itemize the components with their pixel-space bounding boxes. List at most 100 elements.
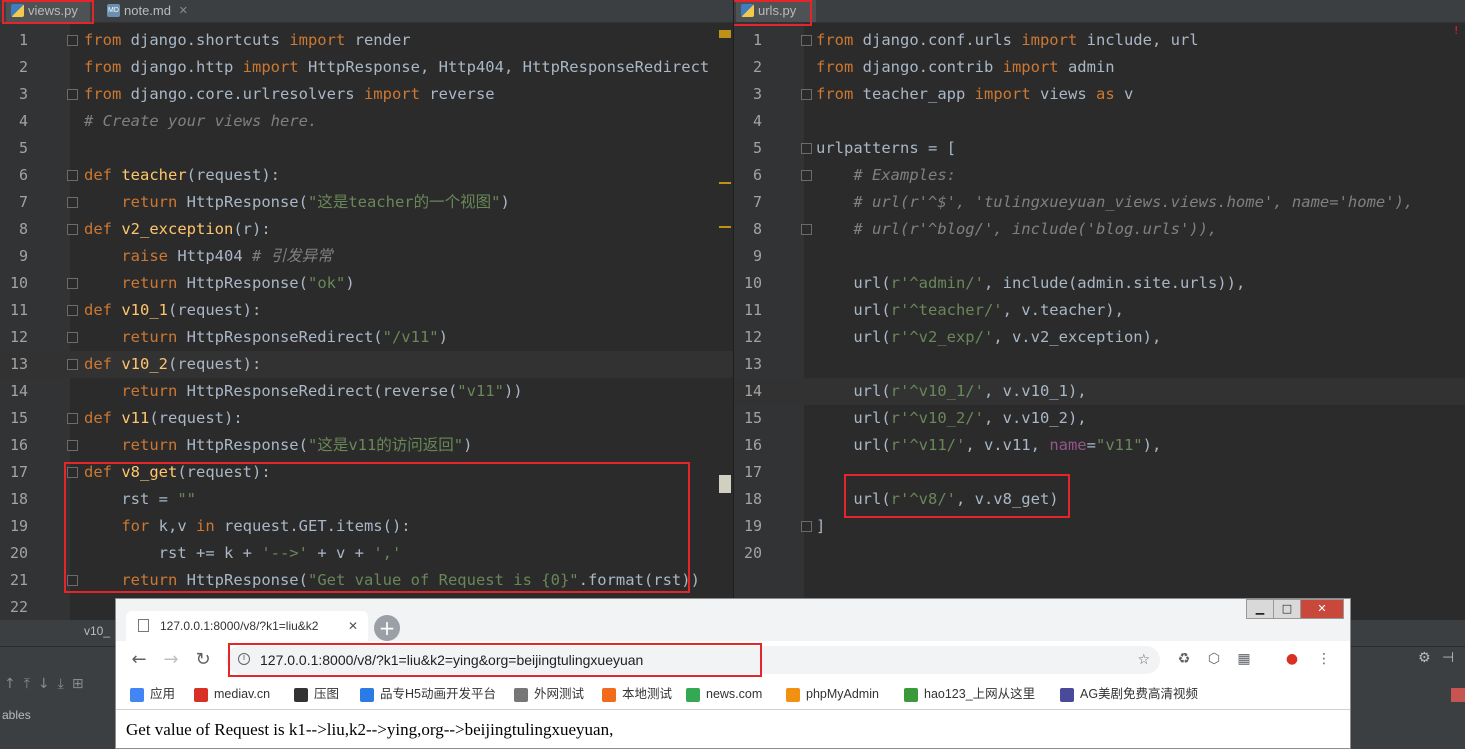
code-text[interactable]: # Create your views here. — [84, 108, 317, 135]
fold-marker-icon[interactable] — [67, 440, 78, 451]
code-line[interactable]: 6 def teacher(request): — [0, 162, 733, 189]
code-line[interactable]: 5 urlpatterns = [ — [734, 135, 1465, 162]
fold-marker-icon[interactable] — [67, 224, 78, 235]
code-text[interactable]: return HttpResponseRedirect("/v11") — [84, 324, 448, 351]
code-line[interactable]: 4 — [734, 108, 1465, 135]
close-tab-icon[interactable]: ✕ — [348, 611, 358, 641]
code-text[interactable]: url(r'^v11/', v.v11, name="v11"), — [816, 432, 1161, 459]
tab-note-md[interactable]: MD note.md ✕ — [102, 0, 192, 22]
fold-marker-icon[interactable] — [801, 521, 812, 532]
minimize-panel-icon[interactable]: ⊣ — [1442, 650, 1454, 666]
code-line[interactable]: 20 — [734, 540, 1465, 567]
code-line[interactable]: 1 from django.conf.urls import include, u… — [734, 27, 1465, 54]
fold-marker-icon[interactable] — [801, 224, 812, 235]
code-text[interactable]: from django.contrib import admin — [816, 54, 1115, 81]
fold-marker-icon[interactable] — [67, 89, 78, 100]
code-text[interactable]: url(r'^v10_2/', v.v10_2), — [816, 405, 1086, 432]
bookmark-item[interactable]: 应用 — [130, 679, 175, 709]
close-icon[interactable]: ✕ — [179, 0, 188, 22]
fold-marker-icon[interactable] — [67, 197, 78, 208]
code-line[interactable]: 1 from django.shortcuts import render — [0, 27, 733, 54]
code-line[interactable]: 3 from django.core.urlresolvers import re… — [0, 81, 733, 108]
extension-badge-icon[interactable]: ● — [1282, 649, 1302, 669]
bookmark-item[interactable]: hao123_上网从这里 — [904, 679, 1035, 709]
code-text[interactable]: def v2_exception(r): — [84, 216, 271, 243]
code-line[interactable]: 6 # Examples: — [734, 162, 1465, 189]
code-line[interactable]: 8 # url(r'^blog/', include('blog.urls'))… — [734, 216, 1465, 243]
code-text[interactable]: from django.conf.urls import include, ur… — [816, 27, 1199, 54]
fold-marker-icon[interactable] — [801, 89, 812, 100]
code-text[interactable]: return HttpResponseRedirect(reverse("v11… — [84, 378, 522, 405]
code-line[interactable]: 14 url(r'^v10_1/', v.v10_1), — [734, 378, 1465, 405]
code-line[interactable]: 2 from django.contrib import admin — [734, 54, 1465, 81]
code-line[interactable]: 7 # url(r'^$', 'tulingxueyuan_views.view… — [734, 189, 1465, 216]
maximize-window-button[interactable]: □ — [1273, 599, 1301, 619]
close-window-button[interactable]: ✕ — [1300, 599, 1344, 619]
code-line[interactable]: 16 url(r'^v11/', v.v11, name="v11"), — [734, 432, 1465, 459]
bookmark-item[interactable]: 本地测试 — [602, 679, 672, 709]
forward-arrow-icon[interactable]: → — [158, 647, 184, 673]
bookmark-item[interactable]: 压图 — [294, 679, 339, 709]
bookmark-item[interactable]: AG美剧免费高清视频 — [1060, 679, 1198, 709]
fold-marker-icon[interactable] — [67, 332, 78, 343]
code-line[interactable]: 14 return HttpResponseRedirect(reverse("… — [0, 378, 733, 405]
code-text[interactable]: def v10_2(request): — [84, 351, 261, 378]
menu-dots-icon[interactable]: ⋮ — [1314, 649, 1334, 669]
fold-marker-icon[interactable] — [67, 35, 78, 46]
browser-window[interactable]: 127.0.0.1:8000/v8/?k1=liu&k2 ✕ + ▁ □ ✕ ←… — [115, 598, 1351, 749]
code-text[interactable]: url(r'^v2_exp/', v.v2_exception), — [816, 324, 1161, 351]
code-text[interactable]: return HttpResponse("这是teacher的一个视图") — [84, 189, 510, 216]
bookmark-item[interactable]: mediav.cn — [194, 679, 270, 709]
code-line[interactable]: 9 — [734, 243, 1465, 270]
code-text[interactable]: # url(r'^blog/', include('blog.urls')), — [816, 216, 1217, 243]
code-text[interactable]: from teacher_app import views as v — [816, 81, 1133, 108]
code-line[interactable]: 12 url(r'^v2_exp/', v.v2_exception), — [734, 324, 1465, 351]
code-text[interactable]: def teacher(request): — [84, 162, 280, 189]
code-line[interactable]: 5 — [0, 135, 733, 162]
reload-icon[interactable]: ↻ — [190, 647, 216, 673]
fold-marker-icon[interactable] — [67, 305, 78, 316]
code-line[interactable]: 16 return HttpResponse("这是v11的访问返回") — [0, 432, 733, 459]
new-tab-button[interactable]: + — [374, 615, 400, 641]
fold-marker-icon[interactable] — [801, 170, 812, 181]
code-line[interactable]: 10 url(r'^admin/', include(admin.site.ur… — [734, 270, 1465, 297]
error-indicator-icon[interactable]: ! — [1454, 24, 1458, 37]
code-text[interactable]: return HttpResponse("这是v11的访问返回") — [84, 432, 472, 459]
code-line[interactable]: 4 # Create your views here. — [0, 108, 733, 135]
extension-cube-icon[interactable]: ⬡ — [1204, 649, 1224, 669]
fold-marker-icon[interactable] — [801, 35, 812, 46]
code-text[interactable]: # Examples: — [816, 162, 956, 189]
extension-qr-icon[interactable]: ▦ — [1234, 649, 1254, 669]
right-editor-pane[interactable]: urls.py 1 from django.conf.urls import in… — [734, 0, 1465, 620]
code-line[interactable]: 15 def v11(request): — [0, 405, 733, 432]
fold-marker-icon[interactable] — [67, 359, 78, 370]
code-text[interactable]: def v11(request): — [84, 405, 243, 432]
code-line[interactable]: 9 raise Http404 # 引发异常 — [0, 243, 733, 270]
bookmark-item[interactable]: 外网测试 — [514, 679, 584, 709]
browser-tab[interactable]: 127.0.0.1:8000/v8/?k1=liu&k2 ✕ — [126, 611, 368, 641]
code-line[interactable]: 11 url(r'^teacher/', v.teacher), — [734, 297, 1465, 324]
code-text[interactable]: return HttpResponse("ok") — [84, 270, 354, 297]
scroll-thumb[interactable] — [719, 475, 731, 493]
code-line[interactable]: 13 def v10_2(request): — [0, 351, 733, 378]
fold-marker-icon[interactable] — [67, 170, 78, 181]
code-text[interactable]: from django.http import HttpResponse, Ht… — [84, 54, 709, 81]
code-line[interactable]: 10 return HttpResponse("ok") — [0, 270, 733, 297]
code-line[interactable]: 11 def v10_1(request): — [0, 297, 733, 324]
code-line[interactable]: 15 url(r'^v10_2/', v.v10_2), — [734, 405, 1465, 432]
code-text[interactable]: url(r'^teacher/', v.teacher), — [816, 297, 1124, 324]
code-text[interactable]: from django.shortcuts import render — [84, 27, 411, 54]
back-arrow-icon[interactable]: ← — [126, 647, 152, 673]
panel-toolbar-icons[interactable]: ↑⤒↓⤓⊞ — [4, 676, 92, 692]
fold-marker-icon[interactable] — [67, 413, 78, 424]
code-line[interactable]: 3 from teacher_app import views as v — [734, 81, 1465, 108]
code-text[interactable]: urlpatterns = [ — [816, 135, 956, 162]
bookmark-item[interactable]: 品专H5动画开发平台 — [360, 679, 496, 709]
bookmark-item[interactable]: news.com — [686, 679, 762, 709]
code-text[interactable]: raise Http404 # 引发异常 — [84, 243, 332, 270]
bookmark-item[interactable]: phpMyAdmin — [786, 679, 879, 709]
code-text[interactable]: url(r'^admin/', include(admin.site.urls)… — [816, 270, 1245, 297]
code-text[interactable]: def v10_1(request): — [84, 297, 261, 324]
code-text[interactable]: url(r'^v10_1/', v.v10_1), — [816, 378, 1086, 405]
code-text[interactable]: from django.core.urlresolvers import rev… — [84, 81, 495, 108]
